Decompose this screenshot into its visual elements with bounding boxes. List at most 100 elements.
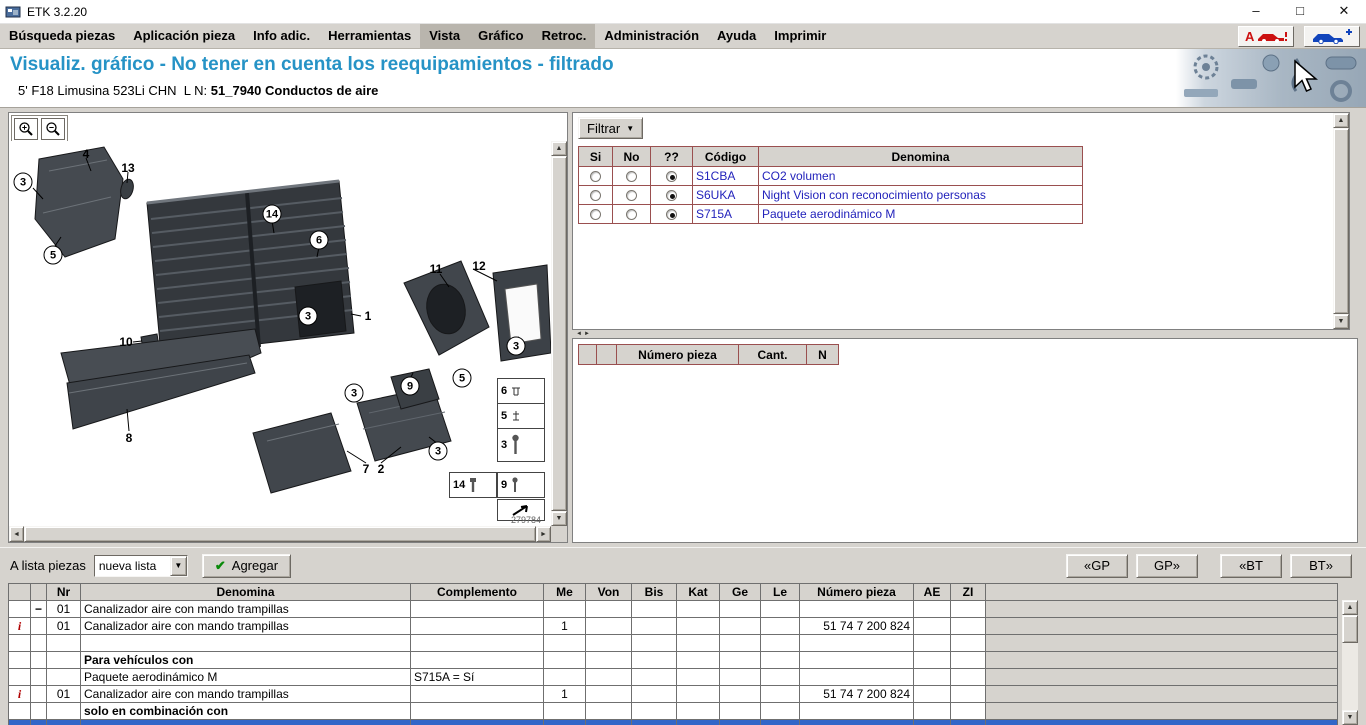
scroll-down-button[interactable]: ▼ (1342, 710, 1358, 725)
scroll-down-button[interactable]: ▼ (1333, 314, 1349, 329)
diagram-callout[interactable]: 3 (507, 337, 526, 356)
info-icon[interactable]: i (9, 618, 31, 635)
column-header-numero-pieza: Número pieza (617, 345, 739, 365)
radio-si[interactable] (590, 209, 601, 220)
parts-row[interactable]: Paquete aerodinámico M S715A = Sí (9, 669, 1338, 686)
filter-row[interactable]: S715A Paquete aerodinámico M (579, 205, 1083, 224)
list-label: A lista piezas (10, 558, 86, 573)
minimize-button[interactable]: – (1234, 0, 1278, 24)
diagram-callout[interactable]: 14 (263, 205, 282, 224)
legend-item[interactable]: 14 (449, 472, 497, 498)
info-icon[interactable]: i (9, 686, 31, 703)
diagram-callout[interactable]: 12 (472, 259, 485, 273)
diagram-callout[interactable]: 4 (83, 147, 90, 161)
diagram-callout[interactable]: 3 (14, 173, 33, 192)
menu-info-adic[interactable]: Info adic. (244, 24, 319, 48)
radio-unknown[interactable] (666, 209, 677, 220)
menu-busqueda-piezas[interactable]: Búsqueda piezas (0, 24, 124, 48)
diagram-callout[interactable]: 1 (365, 309, 372, 323)
parts-row[interactable]: i 01 Canalizador aire con mando trampill… (9, 618, 1338, 635)
radio-unknown[interactable] (666, 190, 677, 201)
close-button[interactable]: ✕ (1322, 0, 1366, 24)
panel-splitter[interactable]: ◄ ► (572, 330, 1350, 338)
zoom-out-button[interactable] (41, 118, 65, 140)
next-gp-button[interactable]: GP» (1136, 554, 1198, 578)
scroll-left-button[interactable]: ◄ (9, 526, 24, 542)
diagram-callout[interactable]: 6 (310, 231, 329, 250)
scroll-up-button[interactable]: ▲ (1333, 113, 1349, 128)
splitter-left-icon[interactable]: ◄ (576, 330, 582, 338)
legend-item[interactable]: 6 (497, 378, 545, 404)
filter-vertical-scrollbar[interactable]: ▲ ▼ (1333, 113, 1349, 329)
diagram-callout[interactable]: 10 (119, 335, 132, 349)
chevron-down-icon[interactable]: ▼ (170, 556, 187, 576)
parts-warning-button[interactable]: A (1238, 26, 1294, 47)
scrollbar-thumb[interactable] (1333, 128, 1349, 314)
diagram-callout[interactable]: 3 (429, 442, 448, 461)
diagram-callout[interactable]: 7 (363, 462, 370, 476)
diagram-horizontal-scrollbar[interactable]: ◄ ► (9, 526, 551, 542)
menu-herramientas[interactable]: Herramientas (319, 24, 420, 48)
menu-retroc[interactable]: Retroc. (533, 24, 596, 48)
prev-bt-button[interactable]: «BT (1220, 554, 1282, 578)
maximize-button[interactable]: □ (1278, 0, 1322, 24)
menu-aplicacion-pieza[interactable]: Aplicación pieza (124, 24, 244, 48)
scrollbar-thumb[interactable] (1342, 615, 1358, 643)
scroll-up-button[interactable]: ▲ (551, 141, 567, 156)
diagram-callout[interactable]: 2 (378, 462, 385, 476)
legend-item[interactable]: 3 (497, 428, 545, 462)
radio-no[interactable] (626, 209, 637, 220)
parts-collage-illustration (1176, 49, 1366, 107)
diagram-callout[interactable]: 3 (345, 384, 364, 403)
scroll-down-button[interactable]: ▼ (551, 511, 567, 526)
column-header-me: Me (544, 584, 586, 601)
collapse-toggle[interactable]: − (31, 601, 47, 618)
parts-list-vertical-scrollbar[interactable]: ▲ ▼ (1342, 600, 1358, 725)
menu-administracion[interactable]: Administración (595, 24, 708, 48)
radio-no[interactable] (626, 190, 637, 201)
next-bt-button[interactable]: BT» (1290, 554, 1352, 578)
vehicle-info-button[interactable] (1304, 26, 1360, 47)
menu-vista[interactable]: Vista (420, 24, 469, 48)
filter-row[interactable]: S6UKA Night Vision con reconocimiento pe… (579, 186, 1083, 205)
scrollbar-thumb[interactable] (24, 526, 536, 542)
legend-item[interactable]: 9 (497, 472, 545, 498)
parts-row[interactable] (9, 635, 1338, 652)
parts-row[interactable]: Para vehículos con (9, 652, 1338, 669)
zoom-in-button[interactable] (14, 118, 38, 140)
menu-imprimir[interactable]: Imprimir (765, 24, 835, 48)
radio-si[interactable] (590, 171, 601, 182)
legend-number: 5 (501, 410, 507, 422)
legend-item[interactable]: 5 (497, 403, 545, 429)
scroll-up-button[interactable]: ▲ (1342, 600, 1358, 615)
parts-row[interactable]: − 01 Canalizador aire con mando trampill… (9, 601, 1338, 618)
add-to-list-button[interactable]: ✔ Agregar (202, 554, 291, 578)
mouse-cursor-icon (1292, 59, 1318, 100)
prev-gp-button[interactable]: «GP (1066, 554, 1128, 578)
list-dropdown[interactable]: nueva lista ▼ (94, 555, 188, 577)
radio-no[interactable] (626, 171, 637, 182)
diagram-callout[interactable]: 9 (401, 377, 420, 396)
column-header-info (9, 584, 31, 601)
diagram-callout[interactable]: 8 (126, 431, 133, 445)
diagram-vertical-scrollbar[interactable]: ▲ ▼ (551, 141, 567, 526)
radio-unknown[interactable] (666, 171, 677, 182)
splitter-right-icon[interactable]: ► (584, 330, 590, 338)
diagram-callout[interactable]: 13 (121, 161, 134, 175)
filter-row[interactable]: S1CBA CO2 volumen (579, 167, 1083, 186)
filter-button[interactable]: Filtrar ▼ (578, 117, 643, 139)
selected-parts-row[interactable] (9, 720, 1338, 725)
etk-application-window: ETK 3.2.20 – □ ✕ Búsqueda piezas Aplicac… (0, 0, 1366, 725)
diagram-callout[interactable]: 3 (299, 307, 318, 326)
radio-si[interactable] (590, 190, 601, 201)
diagram-callout[interactable]: 5 (453, 369, 472, 388)
scrollbar-track[interactable] (1342, 643, 1358, 710)
menu-ayuda[interactable]: Ayuda (708, 24, 765, 48)
menu-grafico[interactable]: Gráfico (469, 24, 533, 48)
scroll-right-button[interactable]: ► (536, 526, 551, 542)
diagram-callout[interactable]: 5 (44, 246, 63, 265)
diagram-callout[interactable]: 11 (430, 262, 443, 276)
parts-row[interactable]: i 01 Canalizador aire con mando trampill… (9, 686, 1338, 703)
scrollbar-thumb[interactable] (551, 156, 567, 511)
parts-row[interactable]: solo en combinación con (9, 703, 1338, 720)
